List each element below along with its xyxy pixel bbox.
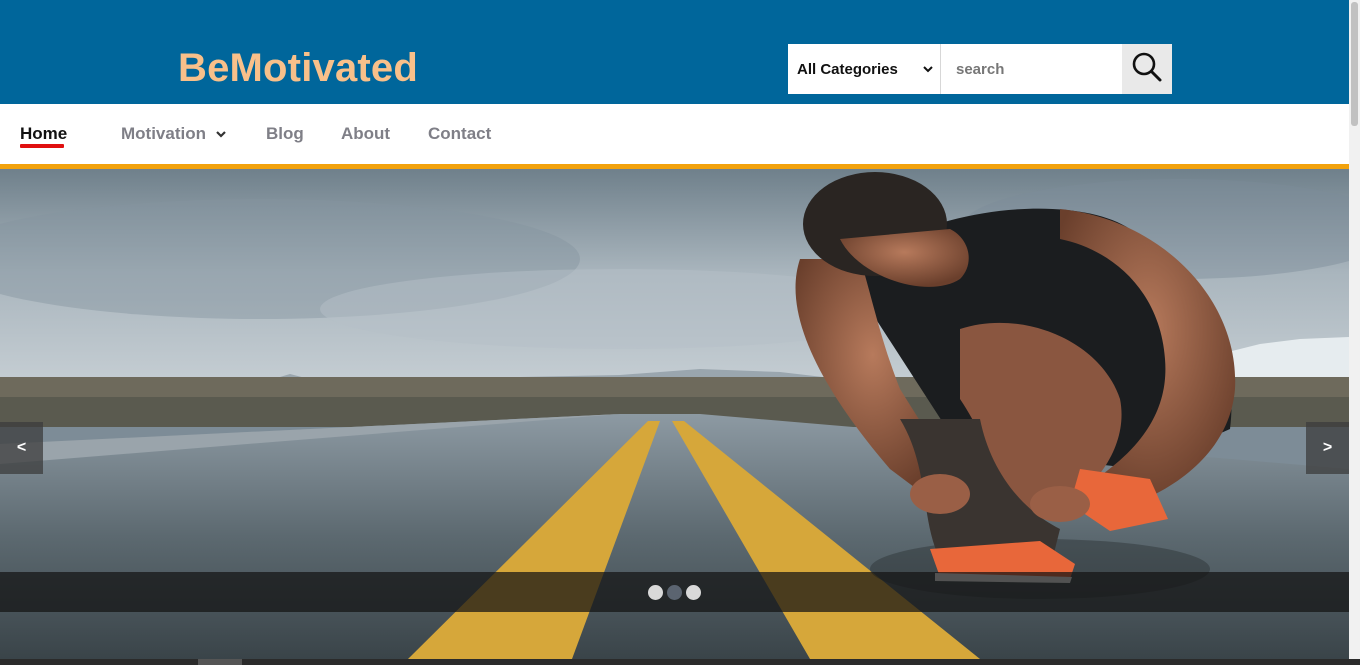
search-input[interactable] [941,44,1122,94]
nav-item-motivation[interactable]: Motivation [121,124,227,144]
slider-dot-1[interactable] [648,585,663,600]
taskbar-strip [0,659,1360,665]
site-header: BeMotivated All Categories [0,0,1349,104]
slider-next-button[interactable]: > [1306,422,1349,474]
search-icon [1131,51,1163,88]
site-logo[interactable]: BeMotivated [178,46,418,91]
chevron-down-icon [215,128,227,140]
slider-dot-3[interactable] [686,585,701,600]
taskbar-tab[interactable] [198,659,242,665]
main-nav: Home Motivation Blog About Contact [0,104,1349,164]
nav-item-about[interactable]: About [341,124,390,144]
category-select-value: All Categories [797,60,898,78]
nav-item-label: Motivation [121,124,206,143]
hero-slider: < > [0,169,1349,659]
slider-prev-button[interactable]: < [0,422,43,474]
slider-dot-2[interactable] [667,585,682,600]
nav-item-label: Home [20,124,68,143]
nav-item-blog[interactable]: Blog [266,124,304,144]
nav-item-home[interactable]: Home [20,124,67,144]
chevron-down-icon [922,63,934,75]
search-button[interactable] [1122,44,1172,94]
page-scrollbar[interactable] [1349,0,1360,659]
category-select[interactable]: All Categories [788,44,941,94]
nav-item-contact[interactable]: Contact [428,124,491,144]
nav-item-label: About [341,124,391,143]
active-nav-indicator [20,144,64,148]
page: BeMotivated All Categories Hom [0,0,1360,665]
search-form: All Categories [788,44,1172,94]
nav-item-label: Contact [428,124,492,143]
scrollbar-thumb[interactable] [1351,2,1358,126]
nav-item-label: Blog [266,124,304,143]
slider-dots-bar [0,572,1349,612]
